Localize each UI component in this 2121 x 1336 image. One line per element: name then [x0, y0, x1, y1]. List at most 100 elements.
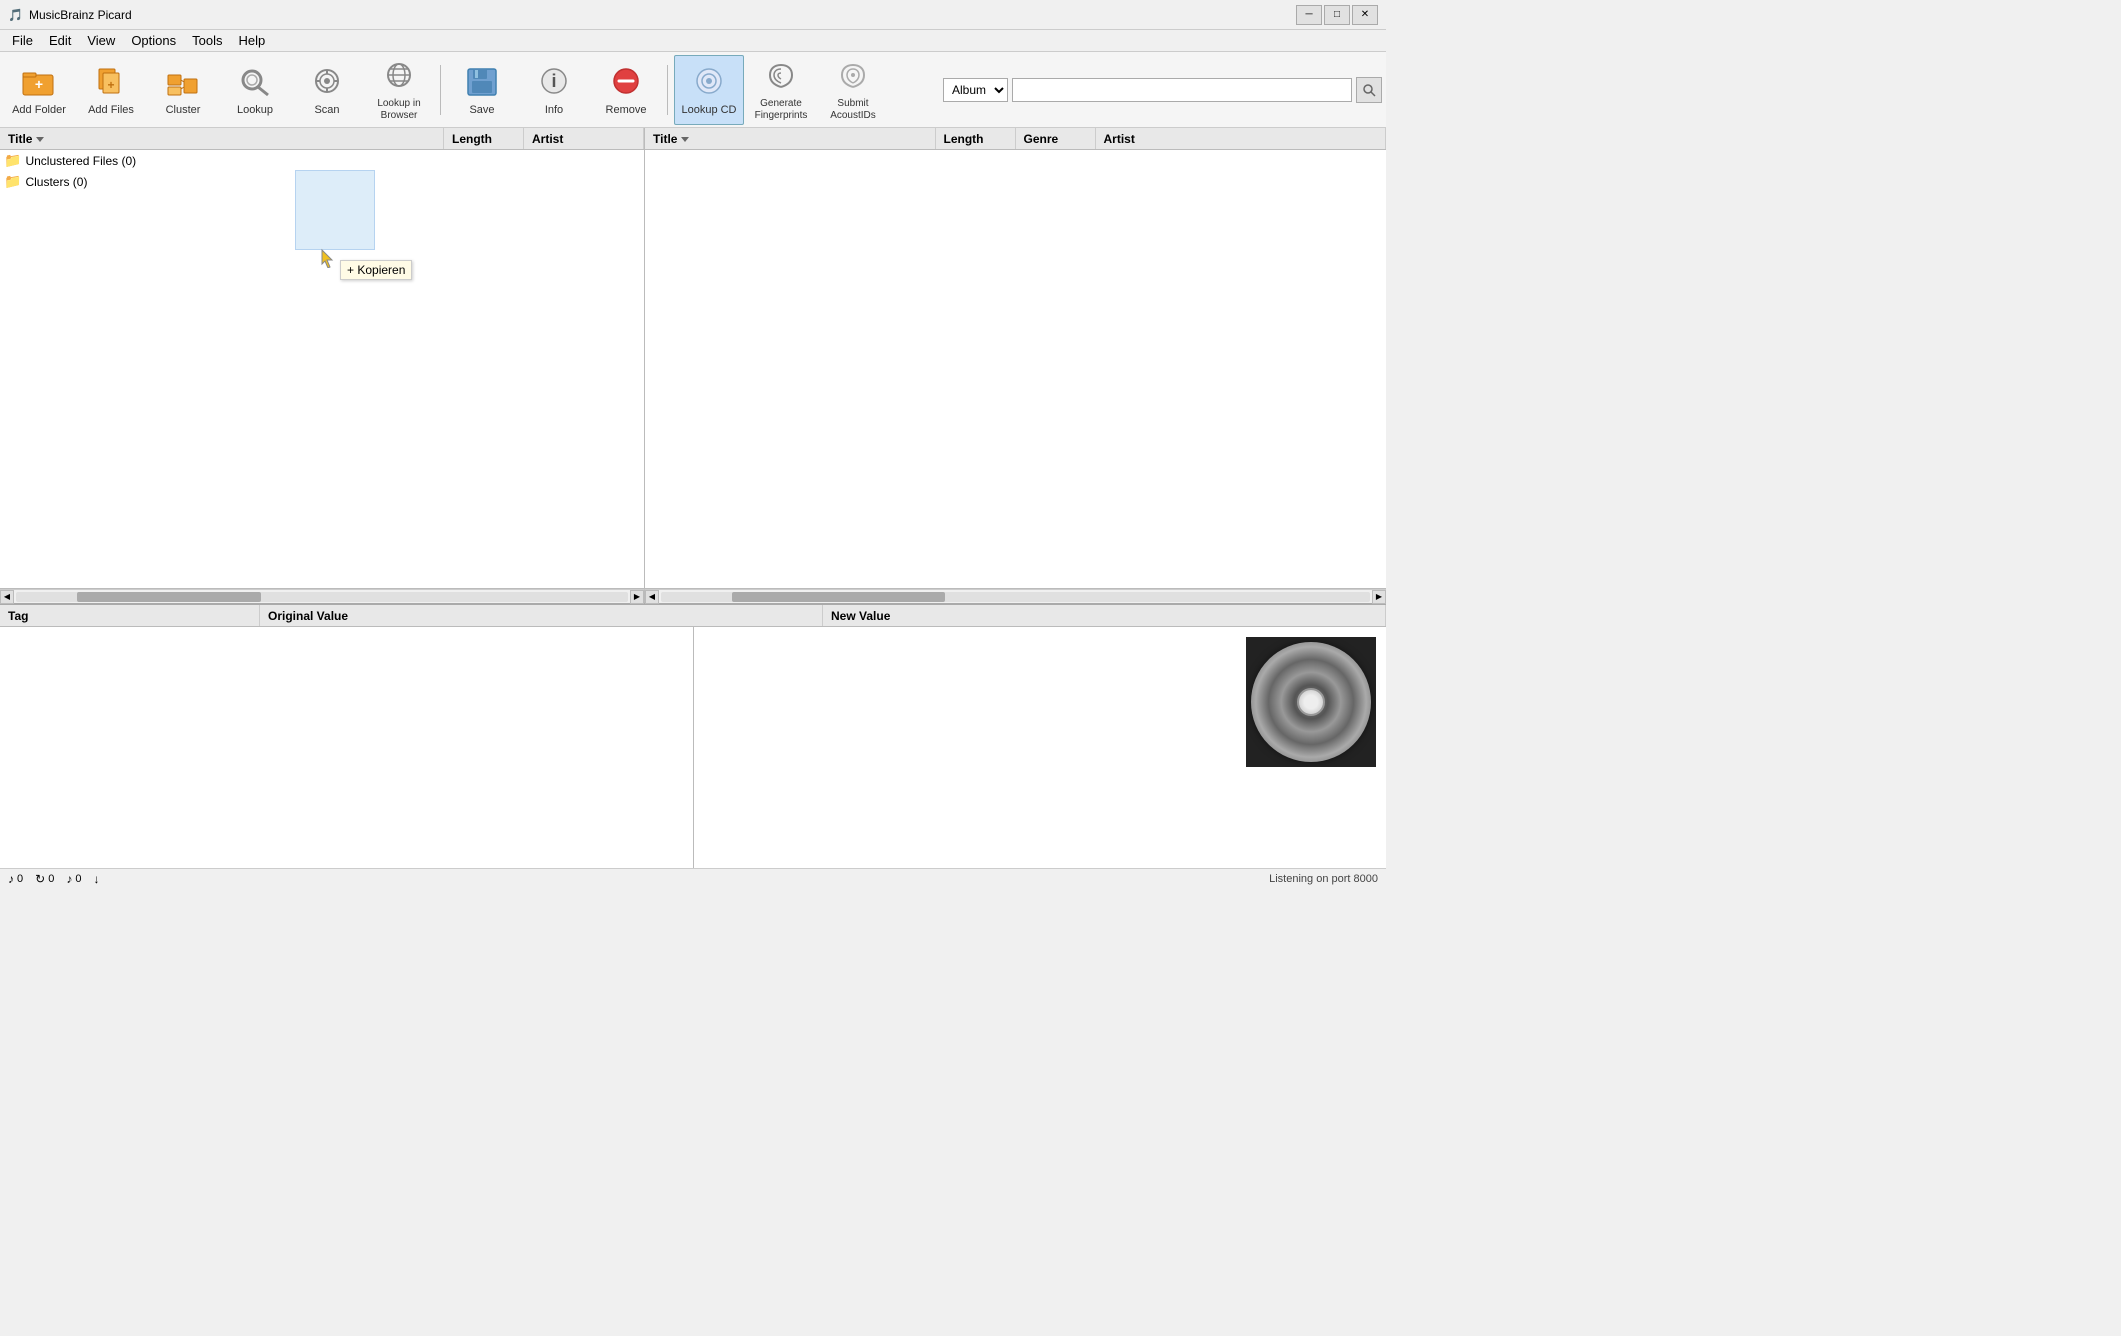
scan-icon — [309, 64, 345, 100]
tag-col-tag[interactable]: Tag — [0, 605, 260, 626]
left-scroll-left[interactable]: ◀ — [0, 590, 14, 604]
right-col-genre[interactable]: Genre — [1016, 128, 1096, 149]
left-scrollbar[interactable]: ◀ ▶ — [0, 589, 645, 603]
right-col-artist[interactable]: Artist — [1096, 128, 1387, 149]
status-pending2: ♪ 0 — [66, 872, 81, 886]
status-download: ↓ — [93, 872, 99, 886]
file-tree[interactable]: 📁 Unclustered Files (0) 📁 Clusters (0) — [0, 150, 644, 588]
menu-bar: File Edit View Options Tools Help — [0, 30, 1386, 52]
tag-content — [0, 627, 1386, 868]
left-col-title[interactable]: Title — [0, 128, 444, 149]
close-button[interactable]: ✕ — [1352, 5, 1378, 25]
lookup-icon — [237, 64, 273, 100]
right-content[interactable] — [645, 150, 1386, 588]
left-col-artist[interactable]: Artist — [524, 128, 644, 149]
app-icon: 🎵 — [8, 8, 23, 22]
save-icon — [464, 64, 500, 100]
left-scroll-thumb[interactable] — [77, 592, 261, 602]
submit-acoustids-icon — [835, 58, 871, 94]
right-col-length[interactable]: Length — [936, 128, 1016, 149]
lookup-in-browser-label: Lookup inBrowser — [377, 98, 420, 122]
maximize-button[interactable]: □ — [1324, 5, 1350, 25]
files-count: 0 — [17, 873, 23, 885]
menu-file[interactable]: File — [4, 31, 41, 50]
add-folder-label: Add Folder — [12, 104, 66, 116]
cluster-button[interactable]: Cluster — [148, 55, 218, 125]
right-scroll-left[interactable]: ◀ — [645, 590, 659, 604]
info-button[interactable]: i Info — [519, 55, 589, 125]
lookup-label: Lookup — [237, 104, 273, 116]
left-scroll-track[interactable] — [16, 592, 628, 602]
status-message: Listening on port 8000 — [1269, 873, 1378, 885]
cluster-icon — [165, 64, 201, 100]
title-bar: 🎵 MusicBrainz Picard ─ □ ✕ — [0, 0, 1386, 30]
album-art — [1246, 637, 1376, 767]
add-files-button[interactable]: + Add Files — [76, 55, 146, 125]
info-label: Info — [545, 104, 563, 116]
svg-text:i: i — [551, 71, 556, 91]
generate-fingerprints-icon — [763, 58, 799, 94]
cluster-label: Cluster — [166, 104, 201, 116]
remove-button[interactable]: Remove — [591, 55, 661, 125]
left-panel: Title Length Artist 📁 Unclustered Files … — [0, 128, 645, 588]
search-button[interactable] — [1356, 77, 1382, 103]
right-col-headers: Title Length Genre Artist — [645, 128, 1386, 150]
panels-row: Title Length Artist 📁 Unclustered Files … — [0, 128, 1386, 589]
scan-button[interactable]: Scan — [292, 55, 362, 125]
remove-icon — [608, 64, 644, 100]
generate-fingerprints-button[interactable]: GenerateFingerprints — [746, 55, 816, 125]
content-wrapper: Title Length Artist 📁 Unclustered Files … — [0, 128, 1386, 868]
toolbar: + Add Folder + Add Files Cluster — [0, 52, 1386, 128]
right-scroll-thumb[interactable] — [732, 592, 945, 602]
cd-center — [1297, 688, 1325, 716]
files-icon: ♪ — [8, 872, 14, 886]
right-col-title[interactable]: Title — [645, 128, 936, 149]
scrollbar-row: ◀ ▶ ◀ ▶ — [0, 589, 1386, 603]
tag-col-original[interactable]: Original Value — [260, 605, 823, 626]
lookup-button[interactable]: Lookup — [220, 55, 290, 125]
right-scrollbar[interactable]: ◀ ▶ — [645, 589, 1386, 603]
title-bar-controls: ─ □ ✕ — [1296, 5, 1378, 25]
menu-options[interactable]: Options — [123, 31, 184, 50]
tag-header: Tag Original Value New Value — [0, 605, 1386, 627]
drag-preview — [295, 170, 375, 250]
status-bar: ♪ 0 ↻ 0 ♪ 0 ↓ Listening on port 8000 — [0, 868, 1386, 888]
search-input[interactable] — [1012, 78, 1352, 102]
menu-help[interactable]: Help — [230, 31, 273, 50]
status-files: ♪ 0 — [8, 872, 23, 886]
search-type-select[interactable]: Album Artist Track — [943, 78, 1008, 102]
info-icon: i — [536, 64, 572, 100]
left-col-length[interactable]: Length — [444, 128, 524, 149]
left-scroll-right[interactable]: ▶ — [630, 590, 644, 604]
add-files-label: Add Files — [88, 104, 134, 116]
add-folder-icon: + — [21, 64, 57, 100]
save-button[interactable]: Save — [447, 55, 517, 125]
menu-view[interactable]: View — [79, 31, 123, 50]
toolbar-separator-1 — [440, 65, 441, 115]
left-col-headers: Title Length Artist — [0, 128, 644, 150]
tag-right-panel[interactable] — [694, 627, 1387, 868]
scan-label: Scan — [314, 104, 339, 116]
cd-disc — [1251, 642, 1371, 762]
tag-left-panel[interactable] — [0, 627, 694, 868]
minimize-button[interactable]: ─ — [1296, 5, 1322, 25]
lookup-cd-icon — [691, 64, 727, 100]
right-scroll-track[interactable] — [661, 592, 1370, 602]
lookup-cd-button[interactable]: Lookup CD — [674, 55, 744, 125]
remove-label: Remove — [606, 104, 647, 116]
pending1-icon: ↻ — [35, 872, 45, 886]
menu-edit[interactable]: Edit — [41, 31, 79, 50]
right-scroll-right[interactable]: ▶ — [1372, 590, 1386, 604]
add-folder-button[interactable]: + Add Folder — [4, 55, 74, 125]
right-panel: Title Length Genre Artist — [645, 128, 1386, 588]
lookup-in-browser-button[interactable]: Lookup inBrowser — [364, 55, 434, 125]
tree-item-unclustered[interactable]: 📁 Unclustered Files (0) — [0, 150, 644, 171]
tag-col-new[interactable]: New Value — [823, 605, 1386, 626]
app-title: MusicBrainz Picard — [29, 8, 132, 22]
unclustered-label: Unclustered Files (0) — [25, 154, 136, 168]
search-area: Album Artist Track — [943, 77, 1382, 103]
submit-acoustids-button[interactable]: SubmitAcoustIDs — [818, 55, 888, 125]
kopieren-text: + Kopieren — [347, 263, 405, 277]
menu-tools[interactable]: Tools — [184, 31, 230, 50]
lookup-in-browser-icon — [381, 58, 417, 94]
